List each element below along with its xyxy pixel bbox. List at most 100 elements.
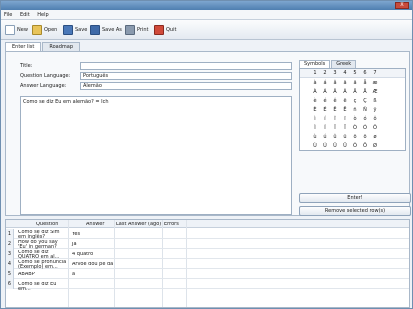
remove-rows-button[interactable]: Remove selected row(s) [299,206,411,216]
char-cell[interactable]: ì [310,115,320,124]
char-cell[interactable]: Ä [350,88,360,97]
char-cell[interactable]: ã [340,79,350,88]
char-cell[interactable]: É [320,106,330,115]
question-cell[interactable]: Como se diz Eu em... [16,282,68,292]
answer-cell[interactable]: Yes [70,232,114,237]
new-file-icon [5,25,15,35]
table-row[interactable]: 1 Como se diz Sim em inglês? Yes [6,229,409,240]
char-cell[interactable]: ï [340,115,350,124]
char-cell[interactable]: Ã [340,88,350,97]
char-cell[interactable]: æ [370,79,380,88]
char-cell[interactable]: ò [350,115,360,124]
char-cell[interactable]: ô [370,115,380,124]
char-cell[interactable]: Ô [370,124,380,133]
print-button[interactable]: Print [125,23,149,37]
tab-greek[interactable]: Greek [331,60,357,68]
char-cell[interactable]: ñ [350,106,360,115]
char-cell[interactable]: Ì [310,124,320,133]
char-cell[interactable]: ÿ [370,106,380,115]
save-as-button[interactable]: Save As [90,23,122,37]
char-cell[interactable]: Å [360,88,370,97]
char-cell[interactable]: ö [360,133,370,142]
entry-editor[interactable]: Como se diz Eu em alemão? = Ich [20,96,292,215]
char-cell[interactable]: â [330,79,340,88]
char-cell[interactable]: Â [330,88,340,97]
char-cell[interactable]: ä [350,79,360,88]
char-cell[interactable]: Æ [370,88,380,97]
answer-cell[interactable]: 4 quatro [70,252,114,257]
table-row[interactable]: 2 How do you say 'Eu' in german? Ja [6,239,409,250]
char-cell[interactable]: ü [340,133,350,142]
quit-button[interactable]: Quit [154,23,176,37]
char-cell[interactable]: Ø [370,142,380,151]
char-cell[interactable]: Ï [340,124,350,133]
table-row[interactable]: 5 ABABP a [6,269,409,279]
char-cell[interactable]: Ñ [360,106,370,115]
char-cell[interactable]: õ [350,133,360,142]
title-label: Title: [20,63,33,69]
table-row[interactable]: 6 Como se diz Eu em... [6,279,409,292]
menu-help[interactable]: Help [34,10,51,20]
close-window-button[interactable]: X [395,2,409,9]
save-button[interactable]: Save [63,23,87,37]
tab-roadmap[interactable]: Roadmap [42,42,81,51]
char-cell[interactable]: ë [340,97,350,106]
answer-cell[interactable]: Árvoe dou pé dá [70,262,114,267]
question-language-field[interactable]: Português [80,72,292,80]
char-cell[interactable]: Ù [310,142,320,151]
menu-file[interactable]: File [1,10,15,20]
char-cell[interactable]: è [310,97,320,106]
char-cell[interactable]: á [320,79,330,88]
tab-symbols[interactable]: Symbols [299,60,331,68]
char-cell[interactable]: Í [320,124,330,133]
char-cell[interactable]: é [320,97,330,106]
char-cell[interactable]: ß [370,97,380,106]
char-cell[interactable]: Ë [340,106,350,115]
column-header-answer[interactable]: Answer [84,222,114,227]
char-cell[interactable]: û [330,133,340,142]
question-cell[interactable]: ABABP [16,272,68,277]
char-cell[interactable]: Î [330,124,340,133]
column-header-errors[interactable]: Errors [162,222,186,227]
char-cell[interactable]: í [320,115,330,124]
table-row[interactable]: 4 Como se pronuncia (Exemplo) em... Árvo… [6,259,409,270]
char-cell[interactable]: ç [350,97,360,106]
char-cell[interactable]: ê [330,97,340,106]
char-row-header [300,124,310,133]
char-cell[interactable]: À [310,88,320,97]
quit-icon [154,25,164,35]
answer-cell[interactable]: a [70,272,114,277]
char-cell[interactable]: Ü [340,142,350,151]
column-header-last-answer[interactable]: Last Answer (ago) [114,222,162,227]
title-field[interactable] [80,62,292,70]
char-row-header [300,142,310,151]
enter-button[interactable]: Enter! [299,193,411,203]
char-cell[interactable]: ù [310,133,320,142]
questions-table: Question Answer Last Answer (ago) Errors… [5,219,410,308]
column-header-question[interactable]: Question [34,222,84,227]
char-cell[interactable]: ú [320,133,330,142]
char-cell[interactable]: Û [330,142,340,151]
menu-edit[interactable]: Edit [17,10,33,20]
char-cell[interactable]: Õ [350,142,360,151]
char-cell[interactable]: Ó [360,124,370,133]
char-cell[interactable]: à [310,79,320,88]
char-cell[interactable]: Ö [360,142,370,151]
tab-enter-list[interactable]: Enter list [5,42,42,51]
title-bar: X [1,1,412,10]
char-cell[interactable]: ó [360,115,370,124]
table-row[interactable]: 3 Como se diz QUATRO em al... 4 quatro [6,249,409,260]
char-cell[interactable]: Ê [330,106,340,115]
char-cell[interactable]: î [330,115,340,124]
char-cell[interactable]: Ú [320,142,330,151]
char-cell[interactable]: Ò [350,124,360,133]
answer-language-field[interactable]: Alemão [80,82,292,90]
char-cell[interactable]: È [310,106,320,115]
open-button[interactable]: Open [32,23,57,37]
char-cell[interactable]: Ç [360,97,370,106]
char-cell[interactable]: Á [320,88,330,97]
new-button[interactable]: New [5,23,28,37]
answer-cell[interactable]: Ja [70,242,114,247]
char-cell[interactable]: å [360,79,370,88]
char-cell[interactable]: ø [370,133,380,142]
